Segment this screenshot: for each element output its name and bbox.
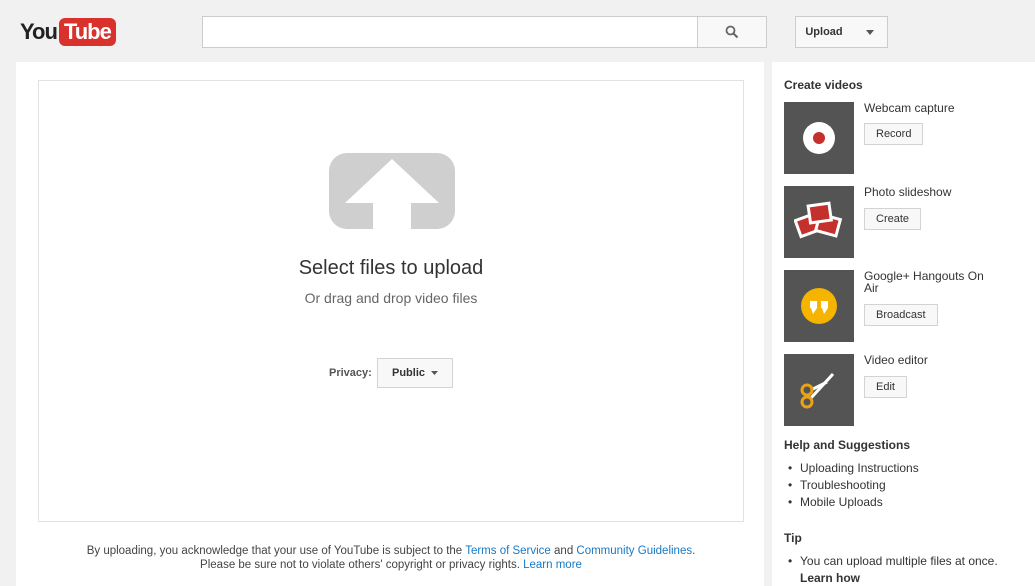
tos-prefix: By uploading, you acknowledge that your …: [86, 545, 466, 557]
tip-item: You can upload multiple files at once. L…: [788, 553, 998, 586]
help-link-mobile-uploads[interactable]: Mobile Uploads: [788, 494, 919, 511]
privacy-value: Public: [391, 367, 425, 379]
drop-zone[interactable]: Select files to upload Or drag and drop …: [38, 80, 744, 522]
upload-arrow-icon[interactable]: [329, 153, 455, 241]
search-input[interactable]: [202, 16, 698, 48]
help-list: Uploading Instructions Troubleshooting M…: [788, 460, 919, 511]
tip-list: You can upload multiple files at once. L…: [788, 553, 998, 586]
youtube-logo[interactable]: You Tube: [20, 18, 116, 46]
privacy-select[interactable]: Public: [377, 358, 453, 388]
terms-of-service-link[interactable]: Terms of Service: [465, 545, 551, 557]
help-link-uploading-instructions[interactable]: Uploading Instructions: [788, 460, 919, 477]
search-button[interactable]: [697, 16, 767, 48]
slideshow-graphic: [794, 201, 843, 239]
scissors-graphic: [800, 372, 835, 409]
broadcast-button[interactable]: Broadcast: [864, 304, 938, 326]
create-button[interactable]: Create: [864, 208, 922, 230]
upload-menu-button[interactable]: [852, 16, 888, 48]
slideshow-icon[interactable]: [784, 186, 854, 258]
drag-drop-hint: Or drag and drop video files: [304, 290, 478, 306]
record-graphic: [803, 122, 835, 154]
learn-how-link[interactable]: Learn how: [800, 570, 998, 586]
chevron-down-icon: [431, 371, 438, 375]
tip-heading: Tip: [784, 531, 802, 545]
masthead: You Tube Upload: [0, 0, 1035, 58]
chevron-down-icon: [865, 29, 874, 35]
tos-period: .: [692, 545, 696, 557]
hangouts-icon[interactable]: [784, 270, 854, 342]
record-icon[interactable]: [784, 102, 854, 174]
tool-name: Photo slideshow: [864, 185, 952, 199]
logo-you: You: [20, 19, 58, 44]
tool-name: Webcam capture: [864, 101, 955, 115]
tos-and: and: [550, 545, 577, 557]
upload-button[interactable]: Upload: [795, 16, 853, 48]
tool-name: Google+ Hangouts On Air: [864, 269, 984, 295]
help-heading: Help and Suggestions: [784, 438, 911, 452]
scissors-icon[interactable]: [784, 354, 854, 426]
help-link-troubleshooting[interactable]: Troubleshooting: [788, 477, 919, 494]
tool-slideshow: Photo slideshow Create: [784, 186, 1024, 258]
edit-button[interactable]: Edit: [864, 376, 907, 398]
record-button[interactable]: Record: [864, 123, 924, 145]
tool-hangouts: Google+ Hangouts On Air Broadcast: [784, 270, 1024, 342]
learn-more-link[interactable]: Learn more: [523, 559, 582, 571]
terms-notice: By uploading, you acknowledge that your …: [38, 544, 744, 572]
create-videos-heading: Create videos: [784, 78, 863, 92]
privacy-label: Privacy:: [329, 367, 372, 379]
community-guidelines-link[interactable]: Community Guidelines: [576, 545, 692, 557]
sidebar: Create videos Webcam capture Record Phot…: [772, 62, 1035, 586]
hangouts-graphic: [801, 288, 837, 324]
tool-webcam: Webcam capture Record: [784, 102, 1024, 174]
tos-line2: Please be sure not to violate others' co…: [200, 559, 524, 571]
tool-video-editor: Video editor Edit: [784, 354, 1024, 426]
upload-panel: Select files to upload Or drag and drop …: [16, 62, 764, 586]
tool-name: Video editor: [864, 353, 928, 367]
select-files-title[interactable]: Select files to upload: [39, 257, 743, 280]
search-icon: [725, 25, 739, 39]
tip-text: You can upload multiple files at once.: [800, 554, 998, 568]
logo-tube: Tube: [58, 18, 116, 46]
